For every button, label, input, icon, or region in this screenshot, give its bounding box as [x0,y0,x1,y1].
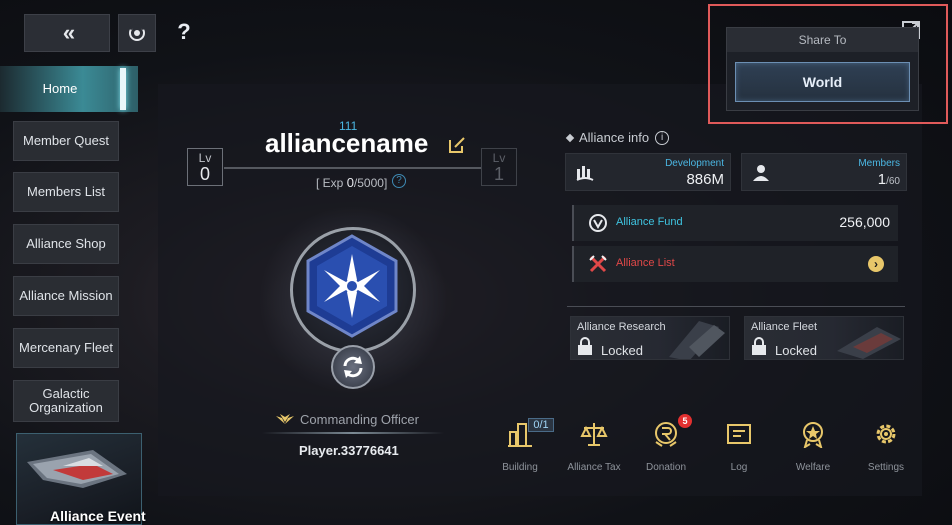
sidebar-item-label: Member Quest [23,133,109,148]
sidebar-item-label: Members List [26,184,106,199]
current-level-box: Lv 0 [187,148,223,186]
alliance-fund-row[interactable]: Alliance Fund 256,000 [572,205,898,241]
alliance-info-header: Alliance info i [565,130,670,145]
exp-prefix: [ Exp [316,176,347,190]
rank-wings-icon [276,414,294,424]
building-label: Building [502,462,538,473]
officer-title-row: Commanding Officer [274,410,419,428]
edit-icon[interactable] [448,136,466,154]
current-level-value: 0 [199,164,210,184]
spaceship-icon [27,450,127,488]
help-icon: ? [177,19,191,44]
sidebar-item-alliance-mission[interactable]: Alliance Mission [13,276,119,316]
donation-notification-badge: 5 [678,414,692,428]
building-count-badge: 0/1 [528,418,554,432]
alliance-fleet-state: Locked [775,343,817,358]
lock-icon [752,337,766,355]
back-button[interactable]: « [24,14,110,52]
sidebar-item-home[interactable]: Home [0,66,138,112]
refresh-icon [343,356,363,378]
person-icon [753,165,769,181]
lock-icon [578,337,592,355]
level-label: Lv [492,151,506,165]
fleet-art [837,327,901,359]
alliance-event-label: Alliance Event [50,508,146,524]
research-art [669,321,725,359]
members-current: 1 [877,171,887,188]
sidebar-item-mercenary-fleet[interactable]: Mercenary Fleet [13,328,119,368]
log-icon [727,424,751,444]
settings-button[interactable]: Settings [851,420,921,476]
welfare-label: Welfare [795,462,831,473]
chevron-right-icon[interactable]: › [868,256,884,272]
alliance-info-title: Alliance info [579,130,650,145]
info-icon[interactable]: i [655,130,670,145]
development-label: Development [665,158,724,169]
welfare-button[interactable]: Welfare [778,420,848,476]
sidebar-item-members-list[interactable]: Members List [13,172,119,212]
donation-label: Donation [645,462,687,473]
development-value: 886M [686,171,724,188]
info-divider [567,306,905,307]
exp-bar [224,167,482,169]
alliance-fund-icon [589,214,607,232]
next-level-box: Lv 1 [481,148,517,186]
nebula-icon [129,24,145,41]
level-label: Lv [198,151,212,165]
officer-divider [262,432,444,434]
members-max: /60 [886,176,900,187]
sidebar-item-galactic-organization[interactable]: Galactic Organization [13,380,119,422]
sidebar-item-alliance-shop[interactable]: Alliance Shop [13,224,119,264]
alliance-list-label: Alliance List [616,257,675,269]
alliance-research-label: Alliance Research [577,321,666,333]
nebula-button[interactable] [118,14,156,52]
exp-text: [ Exp 0/5000] [316,175,387,190]
alliance-emblem-icon[interactable] [302,232,402,342]
development-icon [576,166,594,181]
officer-title: Commanding Officer [300,411,419,427]
highlight-outline [708,4,948,124]
alliance-research-card[interactable]: Alliance Research Locked [570,316,730,360]
officer-name: Player.33776641 [299,443,399,458]
alliance-list-row[interactable]: Alliance List › [572,246,898,282]
diamond-bullet-icon [565,133,575,142]
help-button[interactable]: ? [170,18,198,46]
crossed-swords-icon [589,255,607,273]
log-label: Log [730,462,748,473]
sidebar-item-label: Mercenary Fleet [19,340,113,355]
alliance-name: alliancename [265,128,429,158]
alliance-fund-value: 256,000 [839,214,890,230]
alliance-research-state: Locked [601,343,643,358]
members-value: 1/60 [878,171,900,188]
sidebar-item-label: Galactic Organization [29,386,103,415]
donation-button[interactable]: Donation [631,420,701,476]
alliance-tax-label: Alliance Tax [567,462,621,473]
settings-label: Settings [867,462,905,473]
alliance-fleet-card[interactable]: Alliance Fleet Locked [744,316,904,360]
double-chevron-left-icon: « [62,20,75,45]
sidebar-item-label: Alliance Shop [26,236,106,251]
sidebar-item-label: Home [42,81,78,96]
gear-icon [876,424,896,444]
alliance-tax-button[interactable]: Alliance Tax [559,420,629,476]
alliance-fund-label: Alliance Fund [616,216,683,228]
development-card: Development 886M [565,153,731,191]
members-card: Members 1/60 [741,153,907,191]
sidebar-item-member-quest[interactable]: Member Quest [13,121,119,161]
alliance-fleet-label: Alliance Fleet [751,321,818,333]
change-emblem-button[interactable] [331,345,375,389]
welfare-badge-icon [803,422,823,450]
exp-info-icon[interactable]: ? [392,174,406,188]
log-button[interactable]: Log [704,420,774,476]
next-level-value: 1 [493,164,504,184]
exp-current: 0 [346,175,354,190]
members-label: Members [858,158,900,169]
donation-icon [655,422,677,447]
scales-icon [580,423,608,446]
exp-max: /5000] [353,176,388,190]
sidebar-item-label: Alliance Mission [19,288,113,303]
